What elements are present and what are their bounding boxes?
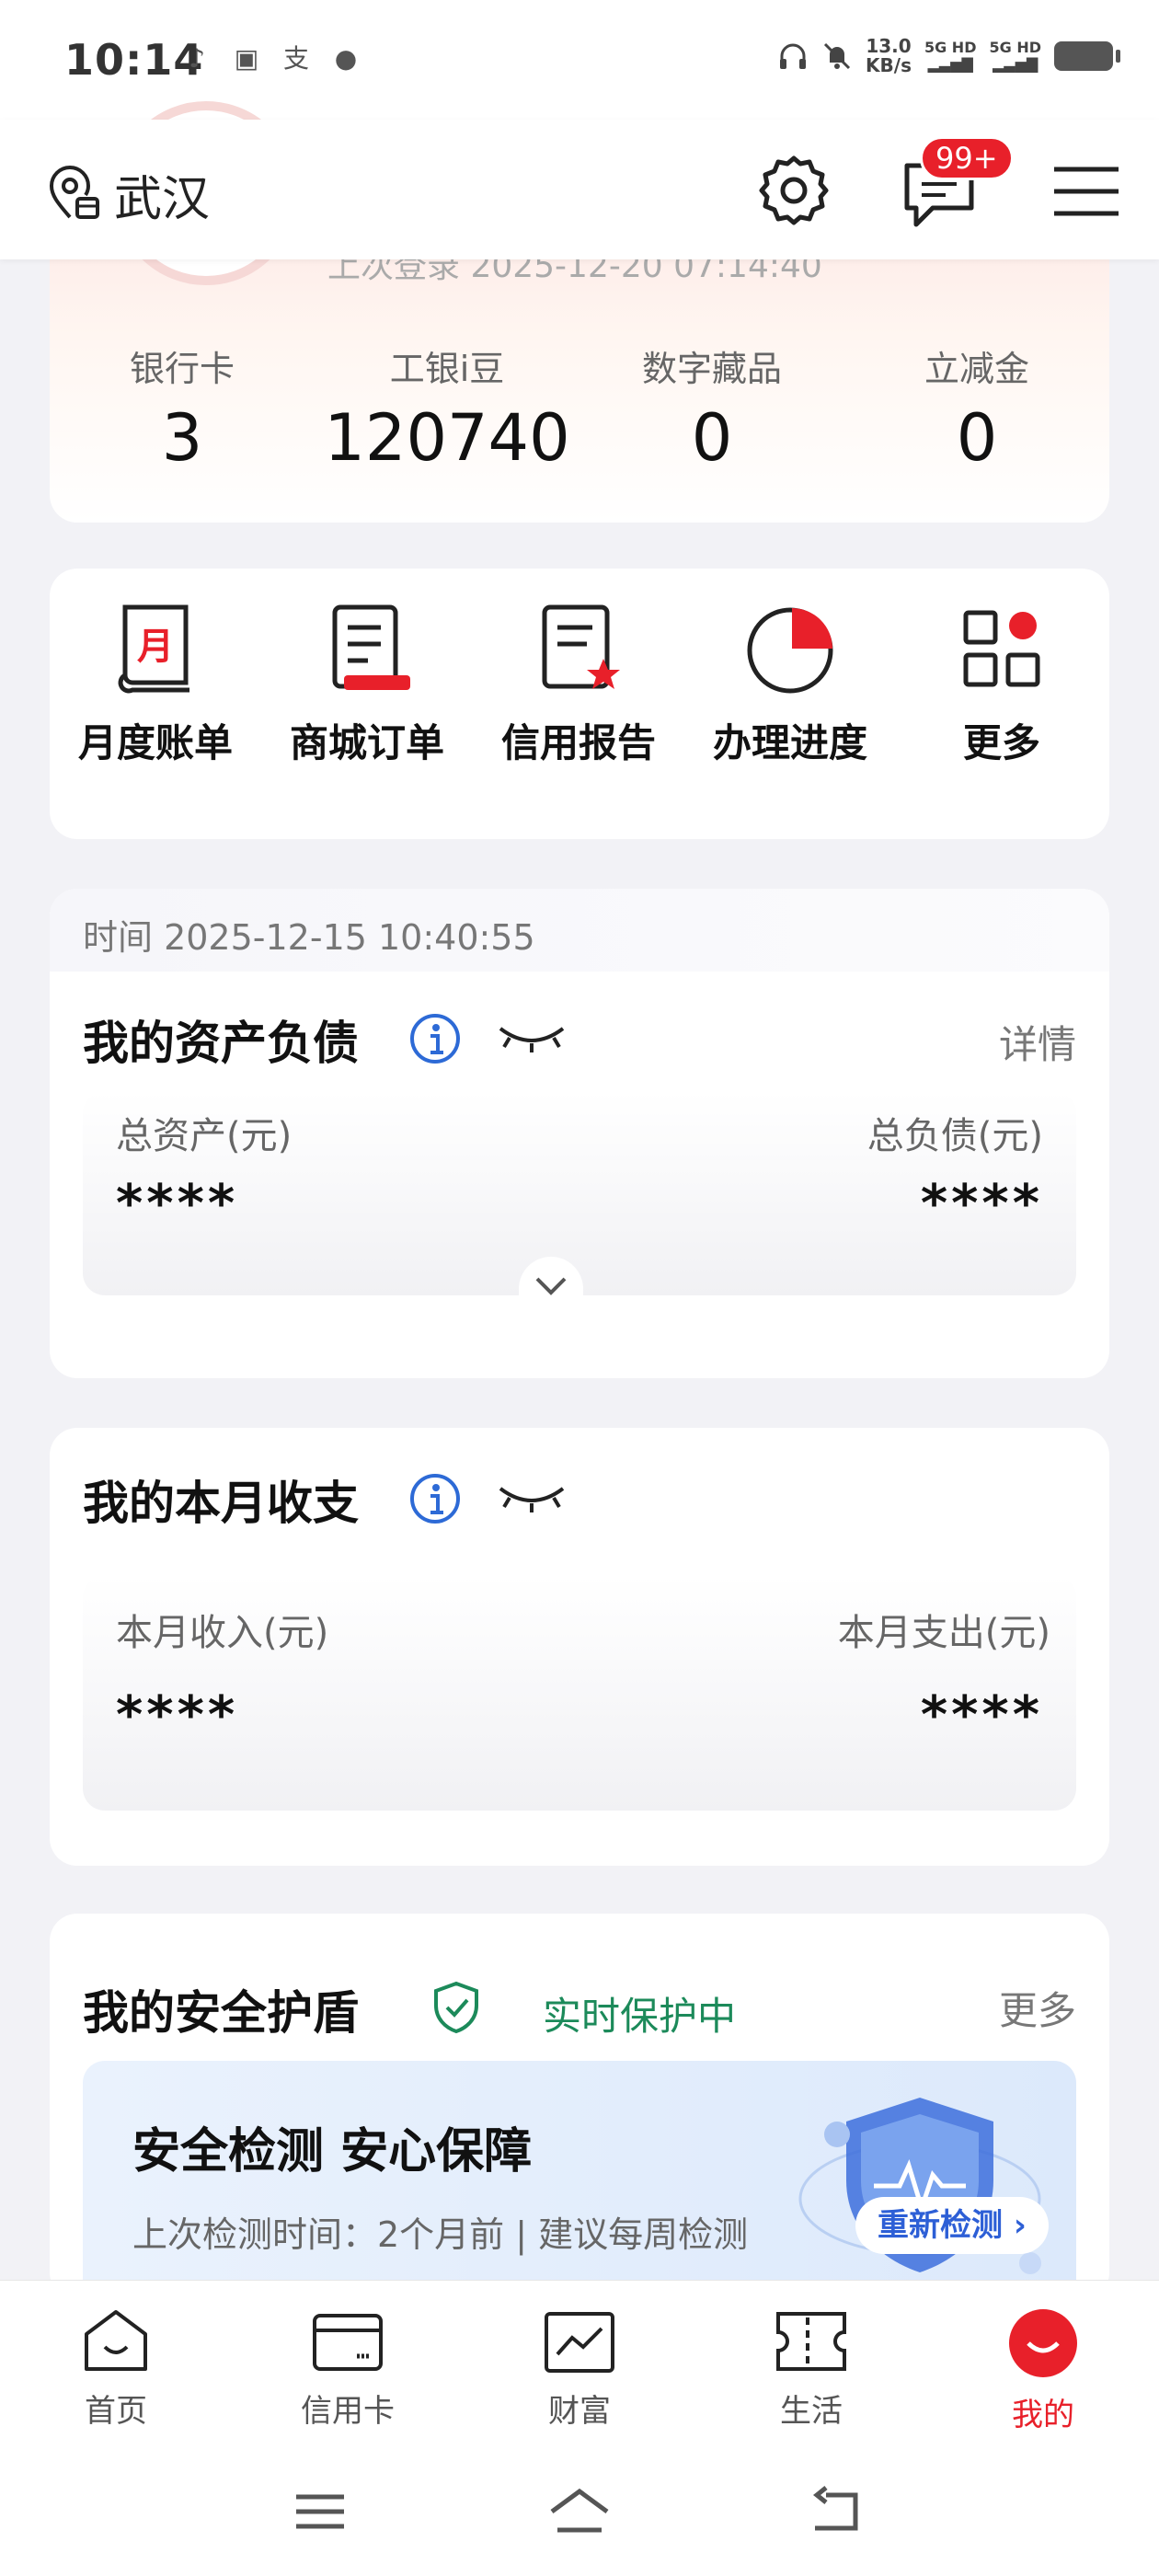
bottom-tab-bar: 首页 信用卡 财富 生活 我的 (0, 2280, 1159, 2455)
assets-title: 我的资产负债 (83, 1017, 359, 1070)
eye-closed-icon[interactable] (497, 1019, 567, 1056)
income-value: **** (116, 1685, 239, 1745)
tab-credit-card[interactable]: 信用卡 (232, 2281, 464, 2455)
shield-check-icon (434, 1981, 478, 2034)
expense-label: 本月支出(元) (837, 1612, 1050, 1654)
quick-progress[interactable]: 办理进度 (684, 598, 896, 768)
tab-life[interactable]: 生活 (695, 2281, 927, 2455)
svg-text:月: 月 (137, 626, 174, 668)
top-header: 武汉 99+ (0, 120, 1159, 259)
total-debt-value: **** (920, 1174, 1043, 1234)
income-label: 本月收入(元) (116, 1612, 329, 1654)
recent-apps-icon[interactable] (291, 2484, 350, 2539)
assets-liabilities-card: 时间 2025-12-15 10:40:55 我的资产负债 详情 总资产(元) … (50, 889, 1109, 1378)
home-button-icon[interactable] (545, 2484, 614, 2539)
location-selector[interactable]: 武汉 (44, 160, 210, 229)
notification-icons: ♪ ▣ 支 ● (180, 42, 362, 75)
credit-report-icon (542, 604, 620, 689)
income-title: 我的本月收支 (83, 1477, 359, 1530)
status-bar: 10:14 ♪ ▣ 支 ● 13.0 KB/s 5G HD ▂▃▅▇ 5G HD ▂▃… (0, 0, 1159, 120)
signal-sim2: 5G HD ▂▃▅▇ (989, 39, 1041, 73)
recheck-button[interactable]: 重新检测 › (855, 2197, 1049, 2254)
tab-wealth[interactable]: 财富 (464, 2281, 695, 2455)
security-shield-card: 我的安全护盾 实时保护中 更多 安全检测 安心保障 上次检测时间：2个月前 | … (50, 1914, 1109, 2337)
banner-subtitle: 上次检测时间：2个月前 | 建议每周检测 (132, 2214, 749, 2255)
stat-instant-discount[interactable]: 立减金 0 (844, 340, 1109, 476)
tiktok-icon: ♪ (189, 43, 205, 74)
system-nav-bar (0, 2455, 1159, 2576)
info-icon[interactable] (408, 1012, 462, 1065)
total-debt-label: 总负债(元) (866, 1115, 1043, 1157)
timestamp-bar: 时间 2025-12-15 10:40:55 (50, 889, 1109, 972)
wechat-icon: ● (334, 43, 358, 74)
profile-icon (1009, 2309, 1077, 2377)
battery-icon (1054, 41, 1120, 71)
income-values-panel: 本月收入(元) **** 本月支出(元) **** (83, 1575, 1076, 1811)
home-icon (85, 2310, 147, 2371)
assets-timestamp: 时间 2025-12-15 10:40:55 (83, 917, 535, 958)
quick-credit-report[interactable]: 信用报告 (473, 598, 684, 768)
tab-mine[interactable]: 我的 (927, 2281, 1159, 2455)
credit-card-icon (313, 2314, 383, 2371)
banner-title: 安全检测 安心保障 (132, 2124, 533, 2179)
settings-gear-icon[interactable] (756, 153, 832, 228)
life-ticket-icon (776, 2312, 846, 2371)
eye-closed-icon[interactable] (497, 1479, 567, 1516)
account-stats: 银行卡 3 工银i豆 120740 数字藏品 0 立减金 0 (50, 340, 1109, 476)
headphone-icon (780, 43, 807, 69)
shield-illustration-icon (798, 2098, 1041, 2274)
monthly-income-card: 我的本月收支 本月收入(元) **** 本月支出(元) **** (50, 1428, 1109, 1866)
quick-more[interactable]: 更多 (896, 598, 1107, 768)
wealth-icon (545, 2312, 614, 2373)
quick-actions-card: 月 月度账单 商城订单 信用报告 办理进度 更多 (50, 569, 1109, 839)
quick-mall-order[interactable]: 商城订单 (261, 598, 473, 768)
chevron-down-icon (535, 1277, 567, 1295)
menu-hamburger-icon[interactable] (1052, 164, 1120, 219)
assets-values-panel: 总资产(元) **** 总负债(元) **** (83, 1091, 1076, 1295)
stat-icbc-beans[interactable]: 工银i豆 120740 (315, 340, 580, 476)
location-pin-icon (49, 165, 99, 219)
protection-status: 实时保护中 (543, 1994, 737, 2039)
tab-home[interactable]: 首页 (0, 2281, 232, 2455)
mall-order-icon (332, 604, 410, 690)
system-icons: 13.0 KB/s 5G HD ▂▃▅▇ 5G HD ▂▃▅▇ (777, 35, 1120, 76)
security-more-link[interactable]: 更多 (999, 1980, 1076, 2036)
stat-bank-cards[interactable]: 银行卡 3 (50, 340, 315, 476)
mute-bell-icon (823, 42, 851, 70)
app-notify-icon: ▣ (234, 43, 259, 74)
monthly-bill-icon: 月 (118, 604, 189, 694)
expense-value: **** (920, 1685, 1043, 1745)
signal-sim1: 5G HD ▂▃▅▇ (924, 39, 977, 73)
net-speed: 13.0 KB/s (866, 35, 912, 76)
back-button-icon[interactable] (808, 2484, 866, 2539)
alipay-icon: 支 (282, 43, 309, 74)
total-assets-label: 总资产(元) (116, 1115, 293, 1157)
progress-icon (747, 607, 833, 694)
message-badge: 99+ (920, 136, 1014, 180)
stat-digital-collectibles[interactable]: 数字藏品 0 (580, 340, 844, 476)
more-grid-icon (963, 610, 1040, 687)
quick-monthly-bill[interactable]: 月 月度账单 (50, 598, 261, 768)
total-assets-value: **** (116, 1174, 239, 1234)
assets-detail-link[interactable]: 详情 (999, 1014, 1076, 1070)
location-label: 武汉 (114, 172, 211, 227)
security-title: 我的安全护盾 (83, 1986, 359, 2040)
info-icon[interactable] (408, 1472, 462, 1525)
